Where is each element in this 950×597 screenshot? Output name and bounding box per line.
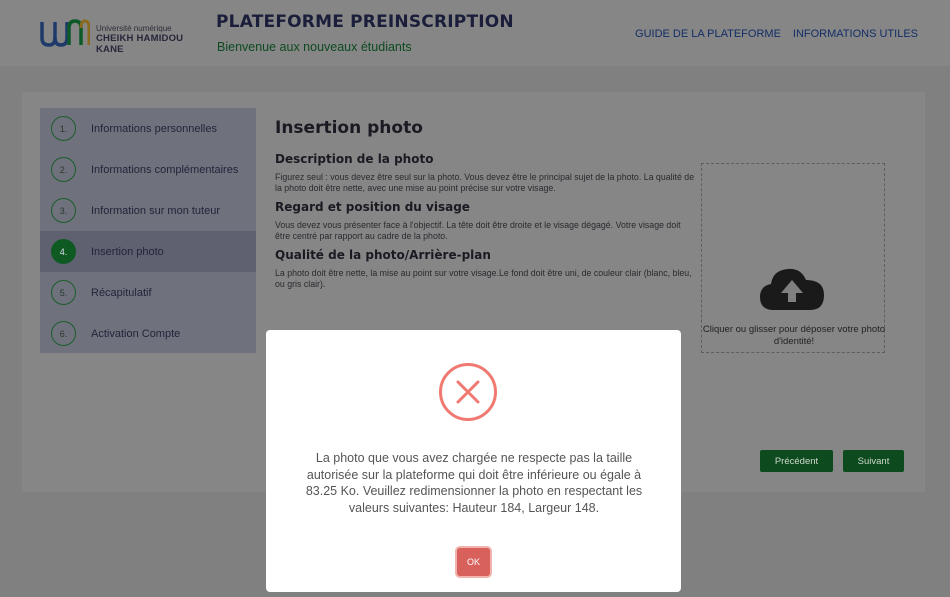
section-text: Figurez seul : vous devez être seul sur … — [275, 172, 695, 193]
dropzone-text: Cliquer ou glisser pour déposer votre ph… — [702, 324, 886, 347]
cloud-upload-icon — [760, 268, 824, 310]
step-label: Activation Compte — [91, 327, 181, 340]
photo-instructions: Insertion photo Description de la photo … — [275, 118, 695, 290]
page-title: Insertion photo — [275, 118, 423, 138]
nav-link-guide[interactable]: GUIDE DE LA PLATEFORME — [635, 28, 781, 40]
top-nav: GUIDE DE LA PLATEFORME INFORMATIONS UTIL… — [635, 28, 918, 40]
section-heading: Description de la photo — [275, 152, 434, 166]
previous-button[interactable]: Précédent — [760, 450, 833, 472]
site-subtitle: Bienvenue aux nouveaux étudiants — [217, 40, 412, 54]
step-label: Récapitulatif — [91, 286, 152, 299]
step-item-informations-personnelles[interactable]: 1. Informations personnelles — [40, 108, 256, 149]
step-item-tuteur[interactable]: 3. Information sur mon tuteur — [40, 190, 256, 231]
step-label: Informations personnelles — [91, 122, 217, 135]
section-text: Vous devez vous présenter face à l'objec… — [275, 220, 681, 241]
university-logo[interactable]: Université numérique CHEIKH HAMIDOU KANE — [38, 14, 188, 55]
step-item-recapitulatif[interactable]: 5. Récapitulatif — [40, 272, 256, 313]
step-number: 5. — [51, 280, 76, 305]
step-label: Information sur mon tuteur — [91, 204, 221, 217]
error-x-icon — [439, 363, 497, 421]
photo-dropzone[interactable]: Cliquer ou glisser pour déposer votre ph… — [701, 163, 885, 353]
step-number: 1. — [51, 116, 76, 141]
error-message: La photo que vous avez chargée ne respec… — [305, 451, 643, 515]
step-number: 2. — [51, 157, 76, 182]
logo-text-name: CHEIKH HAMIDOU KANE — [96, 33, 184, 55]
logo-text-small: Université numérique — [96, 24, 172, 33]
step-item-activation-compte[interactable]: 6. Activation Compte — [40, 313, 256, 354]
page-header: Université numérique CHEIKH HAMIDOU KANE… — [0, 0, 950, 66]
step-number: 4. — [51, 239, 76, 264]
ok-button[interactable]: OK — [457, 548, 490, 576]
step-label: Informations complémentaires — [91, 163, 239, 176]
next-button[interactable]: Suivant — [843, 450, 904, 472]
step-number: 6. — [51, 321, 76, 346]
nav-link-informations[interactable]: INFORMATIONS UTILES — [793, 28, 918, 40]
step-number: 3. — [51, 198, 76, 223]
step-label: Insertion photo — [91, 245, 164, 258]
step-item-informations-complementaires[interactable]: 2. Informations complémentaires — [40, 149, 256, 190]
site-title: PLATEFORME PREINSCRIPTION — [216, 12, 514, 32]
error-modal: La photo que vous avez chargée ne respec… — [266, 330, 681, 592]
step-item-insertion-photo[interactable]: 4. Insertion photo — [40, 231, 256, 272]
section-heading: Regard et position du visage — [275, 200, 470, 214]
logo-mark-icon — [40, 19, 90, 47]
section-text: La photo doit être nette, la mise au poi… — [275, 268, 692, 289]
steps-sidebar: 1. Informations personnelles 2. Informat… — [40, 108, 256, 353]
section-heading: Qualité de la photo/Arrière-plan — [275, 248, 491, 262]
